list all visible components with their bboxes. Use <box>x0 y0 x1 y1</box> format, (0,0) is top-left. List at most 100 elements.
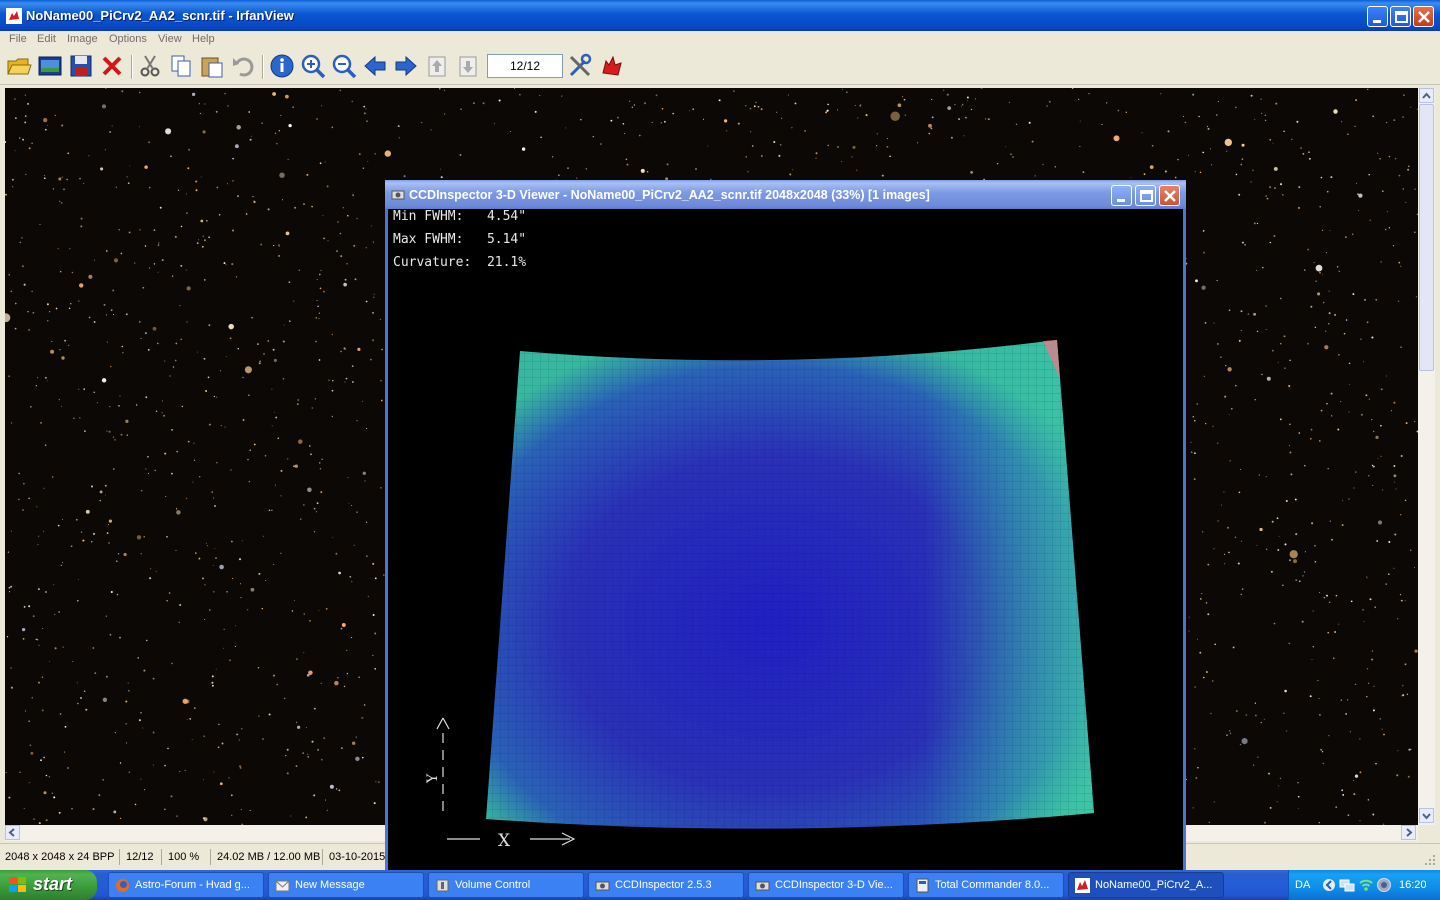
menu-options[interactable]: Options <box>109 33 147 45</box>
menu-image[interactable]: Image <box>67 33 98 45</box>
chevron-right-icon <box>1406 828 1413 837</box>
irfanview-cat-icon <box>6 8 22 24</box>
menu-edit[interactable]: Edit <box>37 33 56 45</box>
status-separator <box>119 849 120 865</box>
viewer-window-title: CCDInspector 3-D Viewer - NoName00_PiCrv… <box>409 188 930 202</box>
task-label: Volume Control <box>455 879 531 891</box>
previous-arrow-icon[interactable] <box>362 53 388 79</box>
menu-view[interactable]: View <box>158 33 182 45</box>
last-page-icon[interactable] <box>455 53 481 79</box>
maximize-icon <box>1140 190 1153 202</box>
ccdinspector-icon <box>755 881 770 891</box>
vertical-scrollbar[interactable] <box>1418 88 1435 825</box>
settings-tools-icon[interactable] <box>567 53 593 79</box>
status-separator <box>210 849 211 865</box>
scroll-up-arrow[interactable] <box>1419 88 1434 103</box>
minimize-button[interactable] <box>1367 6 1388 27</box>
resize-grip-icon[interactable] <box>1424 854 1436 866</box>
status-separator <box>161 849 162 865</box>
security-shield-icon[interactable] <box>1376 877 1392 893</box>
viewer-3d-canvas[interactable]: Min FWHM: 4.54" Max FWHM: 5.14" Curvatur… <box>388 209 1183 870</box>
toolbar-separator <box>262 55 264 79</box>
delete-icon[interactable] <box>99 53 125 79</box>
main-window-title: NoName00_PiCrv2_AA2_scnr.tif - IrfanView <box>26 8 294 23</box>
taskbar: start Astro-Forum - Hvad g... New Messag… <box>0 870 1440 900</box>
maximize-button[interactable] <box>1390 6 1411 27</box>
main-titlebar[interactable]: NoName00_PiCrv2_AA2_scnr.tif - IrfanView <box>0 0 1440 31</box>
task-label: Total Commander 8.0... <box>935 879 1050 891</box>
close-icon <box>1418 11 1430 23</box>
zoom-in-icon[interactable] <box>300 53 326 79</box>
viewer-maximize-button[interactable] <box>1135 185 1156 206</box>
chevron-down-icon <box>1422 813 1431 820</box>
taskbar-button-astro-forum[interactable]: Astro-Forum - Hvad g... <box>108 872 264 898</box>
menu-file[interactable]: File <box>9 33 27 45</box>
save-icon[interactable] <box>68 53 94 79</box>
chevron-left-icon <box>8 828 15 837</box>
ccdinspector-3d-viewer-window: CCDInspector 3-D Viewer - NoName00_PiCrv… <box>385 180 1186 870</box>
start-label: start <box>33 874 73 894</box>
close-icon <box>1164 190 1176 202</box>
tray-expand-icon[interactable] <box>1322 877 1336 893</box>
copy-icon[interactable] <box>168 53 194 79</box>
scroll-down-arrow[interactable] <box>1419 808 1434 823</box>
total-commander-icon <box>916 878 929 893</box>
undo-icon[interactable] <box>230 53 256 79</box>
scroll-left-arrow[interactable] <box>5 825 20 840</box>
viewer-close-button[interactable] <box>1159 185 1180 206</box>
taskbar-button-volume-control[interactable]: Volume Control <box>428 872 584 898</box>
status-memory: 24.02 MB / 12.00 MB <box>217 851 321 863</box>
zoom-out-icon[interactable] <box>331 53 357 79</box>
taskbar-button-total-commander[interactable]: Total Commander 8.0... <box>908 872 1064 898</box>
maximize-icon <box>1395 11 1408 23</box>
toolbar: 12/12 <box>0 49 1440 85</box>
page-counter-field[interactable]: 12/12 <box>487 54 563 78</box>
ccdinspector-icon <box>391 190 405 200</box>
status-separator <box>322 849 323 865</box>
viewer-minimize-button[interactable] <box>1111 185 1132 206</box>
scroll-right-arrow[interactable] <box>1401 825 1416 840</box>
clock[interactable]: 16:20 <box>1399 879 1427 891</box>
y-axis-label: Y <box>425 773 441 784</box>
info-icon[interactable] <box>269 53 295 79</box>
menu-help[interactable]: Help <box>192 33 215 45</box>
ccdinspector-icon <box>595 881 610 891</box>
new-message-icon <box>275 880 290 892</box>
irfanview-icon <box>1075 878 1090 893</box>
taskbar-button-irfanview[interactable]: NoName00_PiCrv2_A... <box>1068 872 1224 898</box>
windows-logo-icon <box>9 877 26 892</box>
network-icon[interactable] <box>1339 877 1355 893</box>
viewer-titlebar[interactable]: CCDInspector 3-D Viewer - NoName00_PiCrv… <box>385 180 1186 209</box>
open-folder-icon[interactable] <box>6 53 32 79</box>
chevron-up-icon <box>1422 92 1431 99</box>
system-tray: DA 16:20 <box>1288 870 1440 900</box>
paste-icon[interactable] <box>199 53 225 79</box>
cut-icon[interactable] <box>137 53 163 79</box>
taskbar-button-ccdinspector-3d-viewer[interactable]: CCDInspector 3-D Vie... <box>748 872 904 898</box>
toolbar-separator <box>131 55 133 79</box>
taskbar-button-ccdinspector[interactable]: CCDInspector 2.5.3 <box>588 872 744 898</box>
surface-mesh <box>486 340 1094 829</box>
start-button[interactable]: start <box>0 870 97 900</box>
first-page-icon[interactable] <box>424 53 450 79</box>
wifi-icon[interactable] <box>1358 877 1374 893</box>
irfanview-cat-icon[interactable] <box>599 53 625 79</box>
minimize-icon <box>1117 199 1125 202</box>
firefox-icon <box>116 879 129 892</box>
close-button[interactable] <box>1413 6 1434 27</box>
status-dimensions: 2048 x 2048 x 24 BPP <box>5 851 115 863</box>
minimize-icon <box>1373 20 1381 23</box>
volume-control-icon <box>436 879 449 892</box>
vertical-scroll-thumb[interactable] <box>1419 104 1434 371</box>
task-label: New Message <box>295 879 365 891</box>
status-zoom: 100 % <box>168 851 200 863</box>
menu-bar: File Edit Image Options View Help <box>0 31 1440 49</box>
task-label: CCDInspector 2.5.3 <box>615 879 712 891</box>
x-axis-label: X <box>498 831 511 851</box>
next-arrow-icon[interactable] <box>393 53 419 79</box>
thumbnails-icon[interactable] <box>37 53 63 79</box>
language-indicator[interactable]: DA <box>1295 879 1310 891</box>
taskbar-button-new-message[interactable]: New Message <box>268 872 424 898</box>
task-label: Astro-Forum - Hvad g... <box>135 879 250 891</box>
task-label: NoName00_PiCrv2_A... <box>1095 879 1213 891</box>
